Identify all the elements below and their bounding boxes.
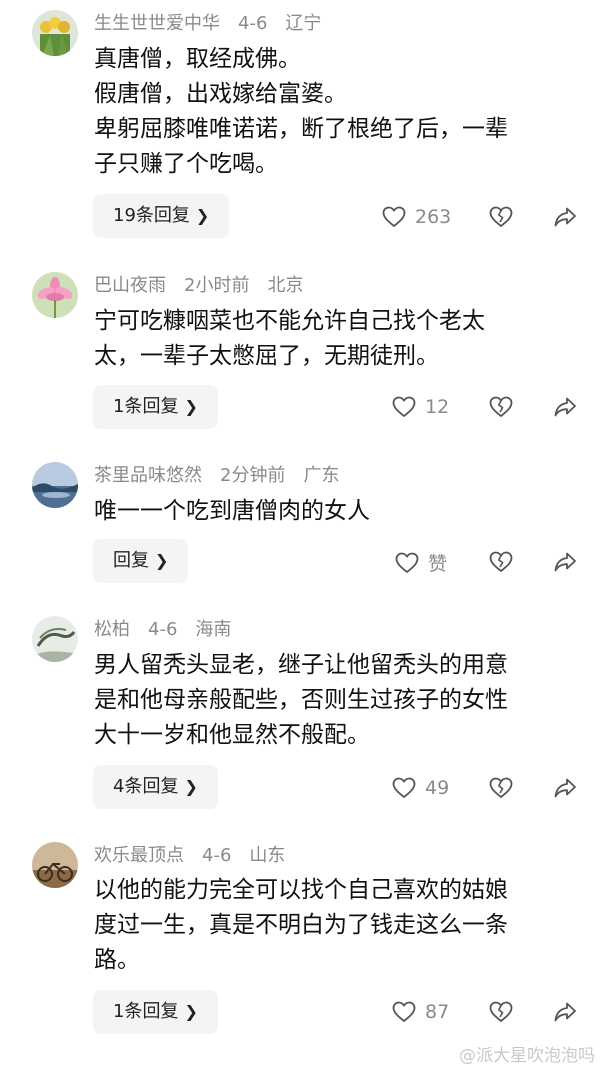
like-count: 12 — [425, 396, 450, 418]
comment-text: 男人留秃头显老，继子让他留秃头的用意 是和他母亲般配些，否则生过孩子的女性 大十… — [94, 648, 584, 753]
heart-icon — [392, 396, 416, 417]
comment-line: 真唐僧，取经成佛。 — [94, 46, 301, 72]
username[interactable]: 茶里品味悠然 — [94, 465, 202, 486]
like-button[interactable]: 263 — [381, 204, 451, 230]
broken-heart-icon — [489, 206, 513, 227]
view-replies-button[interactable]: 19条回复 ❯ — [93, 194, 230, 238]
comment-line: 卑躬屈膝唯唯诺诺，断了根绝了后，一辈 — [94, 116, 508, 142]
comment-location: 山东 — [249, 845, 286, 866]
comment-line: 以他的能力完全可以找个自己喜欢的姑娘 — [94, 877, 508, 903]
avatar[interactable] — [32, 616, 78, 662]
comment-text: 以他的能力完全可以找个自己喜欢的姑娘 度过一生，真是不明白为了钱走这么一条 路。 — [94, 873, 584, 978]
avatar[interactable] — [32, 10, 78, 56]
broken-heart-icon — [489, 1001, 513, 1022]
reply-button[interactable]: 回复 ❯ — [93, 539, 189, 583]
broken-heart-icon — [489, 551, 513, 572]
comment-line: 假唐僧，出戏嫁给富婆。 — [94, 81, 347, 107]
avatar[interactable] — [32, 462, 78, 508]
comment-text: 唯一一个吃到唐僧肉的女人 — [94, 494, 584, 529]
share-icon — [554, 1002, 576, 1022]
chevron-right-icon: ❯ — [155, 551, 169, 570]
username[interactable]: 巴山夜雨 — [94, 275, 166, 296]
dislike-button[interactable] — [488, 394, 514, 420]
reply-label: 19条回复 — [113, 205, 190, 226]
chevron-right-icon: ❯ — [184, 1002, 198, 1021]
like-count: 263 — [415, 206, 452, 228]
heart-icon — [392, 1001, 416, 1022]
like-count: 87 — [425, 1001, 450, 1023]
avatar[interactable] — [32, 842, 78, 888]
comment-time: 4-6 — [238, 13, 268, 34]
heart-icon — [392, 777, 416, 798]
reply-label: 1条回复 — [113, 396, 179, 417]
share-icon — [554, 552, 576, 572]
like-button[interactable]: 赞 — [394, 549, 447, 576]
comment-line: 路。 — [94, 947, 140, 973]
reply-label: 1条回复 — [113, 1001, 179, 1022]
dislike-button[interactable] — [488, 999, 514, 1025]
comment-line: 是和他母亲般配些，否则生过孩子的女性 — [94, 687, 508, 713]
heart-icon — [382, 206, 406, 227]
chevron-right-icon: ❯ — [184, 397, 198, 416]
avatar[interactable] — [32, 272, 78, 318]
comment-line: 太，一辈子太憋屈了，无期徒刑。 — [94, 343, 439, 369]
comment-time: 2分钟前 — [220, 465, 286, 486]
like-button[interactable]: 12 — [391, 394, 449, 420]
share-button[interactable] — [552, 204, 578, 230]
comment-location: 海南 — [195, 619, 232, 640]
dislike-button[interactable] — [488, 775, 514, 801]
share-button[interactable] — [552, 549, 578, 575]
share-button[interactable] — [552, 999, 578, 1025]
heart-icon — [395, 552, 419, 573]
comment-time: 4-6 — [148, 619, 178, 640]
share-button[interactable] — [552, 394, 578, 420]
comment-location: 辽宁 — [285, 13, 322, 34]
comment-time: 2小时前 — [184, 275, 250, 296]
view-replies-button[interactable]: 4条回复 ❯ — [93, 765, 218, 809]
dislike-button[interactable] — [488, 204, 514, 230]
comment-line: 度过一生，真是不明白为了钱走这么一条 — [94, 912, 508, 938]
comment-line: 唯一一个吃到唐僧肉的女人 — [94, 498, 370, 524]
username[interactable]: 生生世世爱中华 — [94, 13, 220, 34]
username[interactable]: 欢乐最顶点 — [94, 845, 184, 866]
like-count: 49 — [425, 777, 450, 799]
broken-heart-icon — [489, 777, 513, 798]
comment-text: 真唐僧，取经成佛。 假唐僧，出戏嫁给富婆。 卑躬屈膝唯唯诺诺，断了根绝了后，一辈… — [94, 42, 584, 182]
username[interactable]: 松柏 — [94, 619, 130, 640]
like-button[interactable]: 87 — [391, 999, 449, 1025]
share-icon — [554, 397, 576, 417]
broken-heart-icon — [489, 396, 513, 417]
comment-line: 宁可吃糠咽菜也不能允许自己找个老太 — [94, 308, 485, 334]
comment-text: 宁可吃糠咽菜也不能允许自己找个老太 太，一辈子太憋屈了，无期徒刑。 — [94, 304, 584, 374]
dislike-button[interactable] — [488, 549, 514, 575]
view-replies-button[interactable]: 1条回复 ❯ — [93, 990, 218, 1034]
like-count: 赞 — [428, 553, 448, 575]
reply-label: 4条回复 — [113, 776, 179, 797]
chevron-right-icon: ❯ — [184, 777, 198, 796]
like-button[interactable]: 49 — [391, 775, 449, 801]
reply-label: 回复 — [113, 550, 149, 571]
share-icon — [554, 207, 576, 227]
comment-line: 大十一岁和他显然不般配。 — [94, 722, 370, 748]
comment-time: 4-6 — [202, 845, 232, 866]
view-replies-button[interactable]: 1条回复 ❯ — [93, 385, 218, 429]
comment-line: 男人留秃头显老，继子让他留秃头的用意 — [94, 652, 508, 678]
comment-location: 北京 — [267, 275, 304, 296]
comment-location: 广东 — [303, 465, 340, 486]
chevron-right-icon: ❯ — [195, 206, 210, 225]
comment-line: 子只赚了个吃喝。 — [94, 151, 278, 177]
watermark: @派大星吹泡泡吗 — [459, 1046, 595, 1066]
share-icon — [554, 778, 576, 798]
share-button[interactable] — [552, 775, 578, 801]
